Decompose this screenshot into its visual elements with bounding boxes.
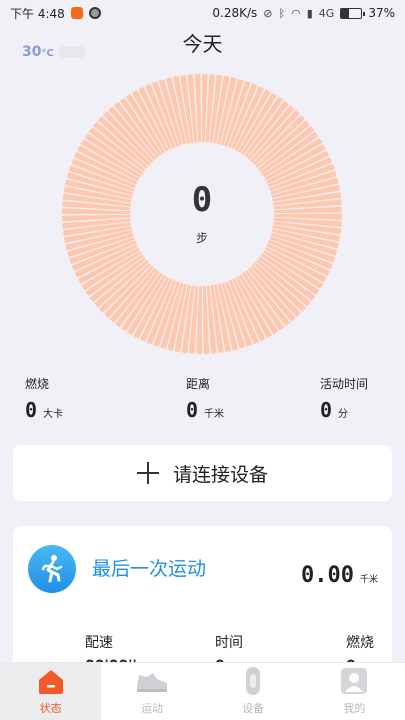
connect-device-label: 请连接设备 xyxy=(172,463,268,486)
bottom-nav: 状态 运动 设备 我的 xyxy=(0,662,405,720)
wifi-icon: ◠ xyxy=(291,6,301,20)
profile-icon xyxy=(337,666,371,696)
stat-value: 0 xyxy=(25,398,38,422)
nav-label: 运动 xyxy=(140,702,163,715)
nav-label: 我的 xyxy=(343,702,366,715)
status-bar-right: 0.28K/s ⊘ ᛒ ◠ ▮ 4G 37% xyxy=(212,6,395,20)
steps-value: 0 xyxy=(191,179,213,220)
stat-label: 距离 xyxy=(186,377,211,391)
battery-icon xyxy=(340,7,366,19)
stat-unit: 千米 xyxy=(204,409,225,420)
plus-icon xyxy=(136,462,159,484)
connect-device-button[interactable]: 请连接设备 xyxy=(13,445,392,501)
last-workout-title: 最后一次运动 xyxy=(92,558,207,580)
stat-distance: 距离 0 千米 xyxy=(186,375,224,422)
daily-stats: 燃烧 0 大卡 距离 0 千米 活动时间 0 分 xyxy=(0,375,405,425)
distance-value: 0.00 xyxy=(301,563,354,588)
stat-value: 0 xyxy=(320,398,333,422)
battery-percent: 37% xyxy=(368,6,395,20)
workout-stat-label: 时间 xyxy=(215,635,243,651)
stat-active-time: 活动时间 0 分 xyxy=(320,375,368,422)
signal-icon: ▮ xyxy=(306,6,313,20)
stat-label: 活动时间 xyxy=(320,377,369,391)
network-speed: 0.28K/s xyxy=(212,6,258,20)
nav-label: 设备 xyxy=(242,702,265,715)
stat-label: 燃烧 xyxy=(25,377,50,391)
status-bar: 下午 4:48 0.28K/s ⊘ ᛒ ◠ ▮ 4G 37% xyxy=(0,0,405,26)
steps-unit: 步 xyxy=(195,230,208,245)
stat-calories: 燃烧 0 大卡 xyxy=(25,375,63,422)
last-workout-distance: 0.00 千米 xyxy=(301,563,378,588)
steps-summary: 0 步 xyxy=(62,74,342,354)
camera-notification-icon xyxy=(88,7,101,19)
distance-unit: 千米 xyxy=(359,575,378,585)
stat-value: 0 xyxy=(186,398,199,422)
home-icon xyxy=(34,666,68,696)
nav-item-workout[interactable]: 运动 xyxy=(101,663,202,720)
band-icon xyxy=(236,666,270,696)
status-bar-left: 下午 4:48 xyxy=(10,5,101,22)
network-type: 4G xyxy=(318,6,335,20)
shoe-icon xyxy=(135,666,169,696)
stat-unit: 大卡 xyxy=(43,409,64,420)
nav-label: 状态 xyxy=(39,702,62,715)
nav-item-status[interactable]: 状态 xyxy=(0,663,102,720)
page-title: 今天 xyxy=(182,32,223,56)
status-time: 下午 4:48 xyxy=(10,6,65,21)
workout-stat-label: 配速 xyxy=(85,635,113,651)
mute-icon: ⊘ xyxy=(263,6,273,20)
running-icon xyxy=(28,545,76,593)
nav-item-profile[interactable]: 我的 xyxy=(304,663,405,720)
bluetooth-icon: ᛒ xyxy=(278,6,286,20)
workout-stat-label: 燃烧 xyxy=(346,635,374,651)
app-notification-icon xyxy=(70,7,83,19)
stat-unit: 分 xyxy=(338,409,349,420)
nav-item-device[interactable]: 设备 xyxy=(203,663,304,720)
